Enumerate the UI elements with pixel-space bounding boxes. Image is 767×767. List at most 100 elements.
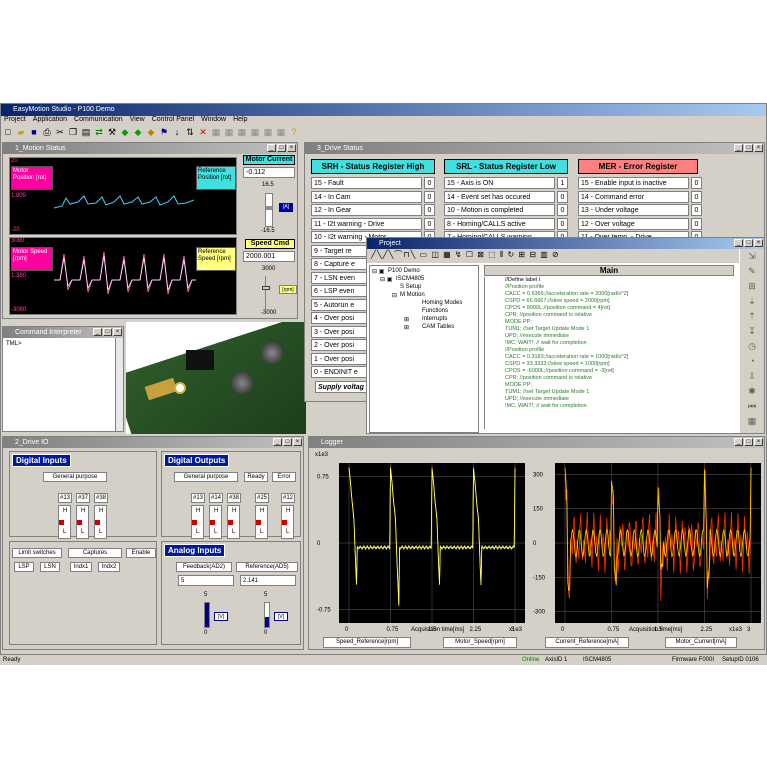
wrench-icon[interactable]: ⚒ xyxy=(106,126,118,138)
legend-speed-reference[interactable]: Speed_Reference[rpm] xyxy=(323,637,411,648)
close-icon[interactable]: × xyxy=(293,438,302,446)
menu-communication[interactable]: Communication xyxy=(74,116,123,125)
cut-icon[interactable]: ✂ xyxy=(54,126,66,138)
open-icon[interactable]: ▰ xyxy=(15,126,27,138)
x-tick-label: 0 xyxy=(561,627,565,633)
x-tick-label: 3 xyxy=(511,627,515,633)
position-plot: 20 1.809 -20 Motor Position [rot] Refere… xyxy=(9,157,237,235)
logger-title: Logger xyxy=(321,439,343,446)
close-icon[interactable]: × xyxy=(754,438,763,446)
minimize-icon[interactable]: _ xyxy=(93,328,102,336)
close-icon[interactable]: × xyxy=(113,328,122,336)
menu-control-panel[interactable]: Control Panel xyxy=(152,116,194,125)
minimize-icon[interactable]: _ xyxy=(734,144,743,152)
diamond-left-icon[interactable]: ◆ xyxy=(119,126,131,138)
code-line: TUM1; //set Target Update Mode 1 xyxy=(505,326,590,332)
register-row: 12 - Over voltage 0 xyxy=(578,217,702,230)
minimize-icon[interactable]: _ xyxy=(734,438,743,446)
diamond-right-icon[interactable]: ◆ xyxy=(132,126,144,138)
close-icon[interactable]: × xyxy=(287,144,296,152)
status-drive: ISCM4805 xyxy=(583,657,612,663)
drive-io-window: 2_Drive IO _ □ × Digital Inputs General pur… xyxy=(2,436,304,650)
tree-root[interactable]: P100 Demo xyxy=(388,268,420,274)
legend-motor-speed[interactable]: Motor_Speed[rpm] xyxy=(443,637,517,648)
legend-motor-current[interactable]: Motor_Current[mA] xyxy=(665,637,737,648)
minimize-icon[interactable]: _ xyxy=(734,239,743,247)
grid6-icon[interactable]: ▦ xyxy=(275,126,287,138)
save-icon[interactable]: ■ xyxy=(28,126,40,138)
grid5-icon[interactable]: ▦ xyxy=(262,126,274,138)
new-icon[interactable]: □ xyxy=(2,126,14,138)
io-pin-label: #14 xyxy=(209,493,223,503)
tree-motion[interactable]: M Motion xyxy=(400,292,425,298)
register-row: 15 - Axis is ON 1 xyxy=(444,177,568,189)
y-tick-label: 300 xyxy=(533,472,544,478)
speed-slider[interactable] xyxy=(262,276,273,310)
code-line: CSPD = 66.6667;//slew speed = 2000[rpm] xyxy=(505,298,610,304)
tree-interrupts[interactable]: Interrupts xyxy=(422,316,447,322)
maximize-icon[interactable]: □ xyxy=(103,328,112,336)
command-scrollbar[interactable] xyxy=(115,338,123,431)
register-name: 14 - Command error xyxy=(578,190,689,203)
help-icon[interactable]: ? xyxy=(288,126,300,138)
motion-icon[interactable]: ⇅ xyxy=(184,126,196,138)
srl-header: SRL - Status Register Low xyxy=(444,159,568,174)
maximize-icon[interactable]: □ xyxy=(744,144,753,152)
minimize-icon[interactable]: _ xyxy=(267,144,276,152)
code-line: CPOS = 8000L;//position command = 4[rot] xyxy=(505,305,611,311)
download-icon[interactable]: ↓ xyxy=(171,126,183,138)
main-header: Main xyxy=(484,265,734,276)
legend-current-reference[interactable]: Current_Reference[mA] xyxy=(545,637,629,648)
copy-icon[interactable]: ❐ xyxy=(67,126,79,138)
diamond-down-icon[interactable]: ◆ xyxy=(145,126,157,138)
menu-project[interactable]: Project xyxy=(4,116,26,125)
speed-slider-thumb[interactable] xyxy=(262,286,270,291)
connect-icon[interactable]: ⇄ xyxy=(93,126,105,138)
motion-tools-icon[interactable]: ╱╲╱╲⌒⊓╲ ▭ ◫ ▦ ↯ ☐ ⊠ ⬚ ⫴ ↻ ⊞ ⊟ ▥ ⊘ xyxy=(371,250,560,259)
io-h-label: H xyxy=(214,508,219,514)
io-l-label: L xyxy=(214,529,218,535)
menu-window[interactable]: Window xyxy=(201,116,226,125)
grid3-icon[interactable]: ▦ xyxy=(236,126,248,138)
paste-icon[interactable]: ▤ xyxy=(80,126,92,138)
feedback-gauge xyxy=(204,602,210,628)
menu-application[interactable]: Application xyxy=(33,116,67,125)
grid2-icon[interactable]: ▦ xyxy=(223,126,235,138)
minimize-icon[interactable]: _ xyxy=(273,438,282,446)
io-indicator: HL xyxy=(94,505,107,539)
register-value: 1 xyxy=(557,177,568,189)
close-icon[interactable]: × xyxy=(754,144,763,152)
register-name: 13 - Under voltage xyxy=(578,204,689,216)
run-icon[interactable]: ⚑ xyxy=(158,126,170,138)
stop-icon[interactable]: ✕ xyxy=(197,126,209,138)
io-h-label: H xyxy=(232,508,237,514)
menu-view[interactable]: View xyxy=(130,116,145,125)
tree-cam-tables[interactable]: CAM Tables xyxy=(422,324,454,330)
code-editor[interactable]: //Define label I//Position profile CACC =… xyxy=(484,277,734,429)
pcb-chip xyxy=(186,350,214,370)
tree-setup[interactable]: S Setup xyxy=(400,284,421,290)
side-tools-icon[interactable]: ⇲ ✎ ⊞ ⇣ ⇡ ↧ ◷ ◔ ⇩ ✱ ⏮ ▦ xyxy=(748,251,757,426)
y-tick-label: -150 xyxy=(533,575,546,581)
register-name: 14 - Event set has occured xyxy=(444,190,555,203)
grid4-icon[interactable]: ▦ xyxy=(249,126,261,138)
motor-position-label: Motor Position [rot] xyxy=(11,166,53,190)
maximize-icon[interactable]: □ xyxy=(277,144,286,152)
grid1-icon[interactable]: ▦ xyxy=(210,126,222,138)
tree-functions[interactable]: Functions xyxy=(422,308,448,314)
maximize-icon[interactable]: □ xyxy=(744,239,753,247)
spd-mid: 1.380 xyxy=(11,273,27,279)
command-prompt[interactable]: TML> xyxy=(6,341,22,347)
maximize-icon[interactable]: □ xyxy=(744,438,753,446)
pcb-hole xyxy=(174,382,186,394)
close-icon[interactable]: × xyxy=(754,239,763,247)
print-icon[interactable]: ⎙ xyxy=(41,126,53,138)
menu-help[interactable]: Help xyxy=(233,116,247,125)
tree-drive[interactable]: ISCM4805 xyxy=(396,276,424,282)
maximize-icon[interactable]: □ xyxy=(283,438,292,446)
lsn-label: LSN xyxy=(40,562,60,572)
menu-bar: Project Application Communication View C… xyxy=(1,116,766,125)
indx1-label: Indx1 xyxy=(70,562,92,572)
speed-cmd-input[interactable]: 2000.001 xyxy=(243,251,295,262)
tree-homing[interactable]: Homing Modes xyxy=(422,300,462,306)
